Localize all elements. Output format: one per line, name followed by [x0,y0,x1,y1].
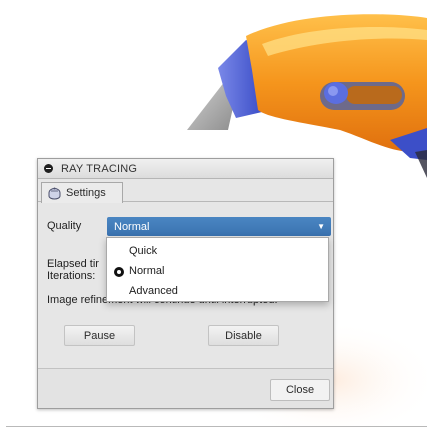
quality-row: Quality Normal ▼ [47,217,331,237]
panel-footer: Close [38,368,333,408]
tab-settings[interactable]: Settings [41,182,123,203]
close-button[interactable]: Close [270,379,330,401]
dropdown-option-quick[interactable]: Quick [107,241,328,261]
dropdown-option-label: Quick [129,245,158,257]
dropdown-option-label: Normal [129,265,165,277]
panel-title: RAY TRACING [61,162,138,175]
dropdown-option-advanced[interactable]: Advanced [107,281,328,301]
quality-label: Quality [47,220,82,232]
disable-button[interactable]: Disable [208,325,279,346]
quality-select[interactable]: Normal ▼ [107,217,331,236]
dropdown-option-label: Advanced [129,285,178,297]
dropdown-option-normal[interactable]: Normal [107,261,328,281]
render-stats: Elapsed tir Iterations: [47,258,99,282]
elapsed-time-label: Elapsed tir [47,258,99,270]
teapot-icon [48,187,61,200]
panel-titlebar[interactable]: RAY TRACING [38,159,333,179]
pause-button[interactable]: Pause [64,325,135,346]
quality-select-value: Normal [114,220,150,233]
viewport-border [6,426,427,427]
dropdown-arrow-icon: ▼ [317,222,325,231]
iterations-label: Iterations: [47,270,96,282]
collapse-circle-icon[interactable] [44,164,53,173]
selected-radio-icon [114,267,124,277]
quality-dropdown-menu: Quick Normal Advanced [106,237,329,302]
tab-bar: Settings [38,179,333,203]
tab-settings-label: Settings [66,187,106,199]
